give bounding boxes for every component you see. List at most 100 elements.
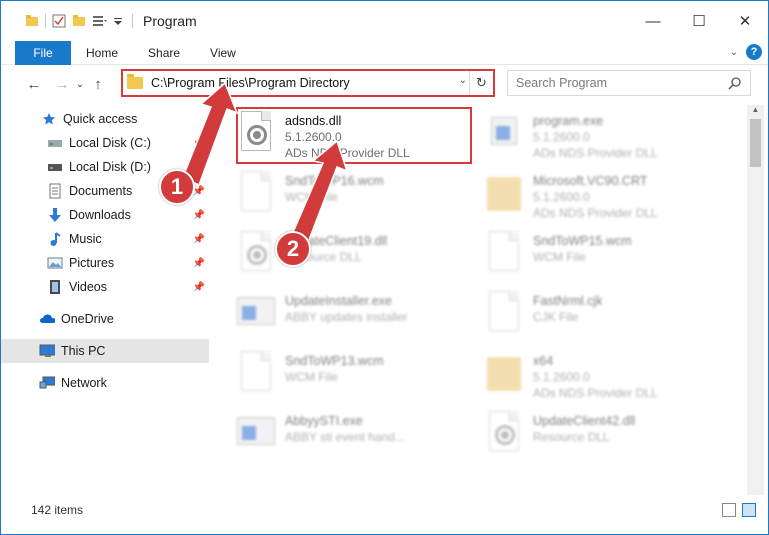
sidebar-item-music[interactable]: Music 📌 xyxy=(1,227,209,251)
pin-icon: 📌 xyxy=(192,233,205,245)
sidebar-item-pictures[interactable]: Pictures 📌 xyxy=(1,251,209,275)
file-description: ADs NDS Provider DLL xyxy=(533,206,658,220)
sidebar-item-label: Network xyxy=(61,376,107,390)
maximize-button[interactable]: ☐ xyxy=(676,1,722,41)
pictures-icon xyxy=(47,255,63,271)
sidebar-item-onedrive[interactable]: OneDrive xyxy=(1,307,209,331)
file-type: CJK File xyxy=(533,310,579,324)
sidebar-item-label: OneDrive xyxy=(61,312,114,326)
sidebar-item-quick-access[interactable]: Quick access xyxy=(1,107,209,131)
file-type: WCM File xyxy=(533,250,586,264)
tab-home[interactable]: Home xyxy=(71,41,133,65)
title-bar: Program — ☐ ✕ xyxy=(1,1,768,41)
item-count: 142 items xyxy=(31,503,84,517)
exe-file-icon xyxy=(483,111,523,159)
file-name: Microsoft.VC90.CRT xyxy=(533,174,648,188)
search-icon[interactable] xyxy=(728,76,742,93)
forward-icon[interactable]: → xyxy=(51,76,73,93)
back-icon[interactable]: ← xyxy=(23,76,45,93)
document-file-icon xyxy=(235,351,275,399)
sidebar-item-label: This PC xyxy=(61,344,106,358)
document-file-icon xyxy=(235,171,275,219)
properties-icon[interactable] xyxy=(52,14,66,28)
sidebar-item-local-disk-c[interactable]: Local Disk (C:) 📌 xyxy=(1,131,209,155)
tiles-view-icon[interactable] xyxy=(742,503,756,517)
sidebar-item-downloads[interactable]: Downloads 📌 xyxy=(1,203,209,227)
tab-view[interactable]: View xyxy=(195,41,251,65)
address-path[interactable]: C:\Program Files\Program Directory xyxy=(151,76,350,90)
file-item-sndtowp16[interactable]: SndToWP16.wcm WCM File xyxy=(213,167,453,223)
address-bar[interactable]: C:\Program Files\Program Directory ⌄ ↻ xyxy=(121,69,495,97)
sidebar-item-videos[interactable]: Videos 📌 xyxy=(1,275,209,299)
file-type: WCM File xyxy=(285,370,338,384)
sidebar-item-label: Local Disk (D:) xyxy=(69,160,151,174)
file-item-x64[interactable]: x64 5.1.2600.0 ADs NDS Provider DLL xyxy=(461,347,701,403)
scroll-thumb[interactable] xyxy=(750,119,761,167)
file-item-sndtowp15[interactable]: SndToWP15.wcm WCM File xyxy=(461,227,701,283)
file-type: ABBY sti event hand... xyxy=(285,430,405,444)
details-view-icon[interactable] xyxy=(722,503,736,517)
download-icon xyxy=(47,207,63,223)
close-button[interactable]: ✕ xyxy=(722,1,768,41)
document-file-icon xyxy=(483,231,523,279)
file-item-sndtowp13[interactable]: SndToWP13.wcm WCM File xyxy=(213,347,453,403)
toolbar-divider xyxy=(132,14,133,28)
exe-file-icon xyxy=(235,291,275,339)
file-item-abbyysti[interactable]: AbbyySTI.exe ABBY sti event hand... xyxy=(213,407,453,463)
ribbon-right: ⌄ ? xyxy=(730,44,762,60)
customize-toolbar-icon[interactable] xyxy=(112,14,126,28)
ribbon-tabs: File Home Share View ⌄ ? xyxy=(1,40,768,65)
file-item-program-exe[interactable]: program.exe 5.1.2600.0 ADs NDS Provider … xyxy=(461,107,701,163)
tab-file[interactable]: File xyxy=(15,40,71,65)
view-options-icon[interactable] xyxy=(92,14,107,28)
folder-icon xyxy=(25,14,39,28)
toolbar-divider xyxy=(45,14,46,28)
file-name: UpdateClient42.dll xyxy=(533,414,636,428)
drive-icon xyxy=(47,159,63,175)
tab-share[interactable]: Share xyxy=(133,41,195,65)
dll-file-icon xyxy=(483,411,523,459)
file-item-microsoft-vc90-crt[interactable]: Microsoft.VC90.CRT 5.1.2600.0 ADs NDS Pr… xyxy=(461,167,701,223)
expand-ribbon-icon[interactable]: ⌄ xyxy=(730,47,738,58)
quick-access-toolbar xyxy=(25,14,133,28)
file-item-updateinstaller[interactable]: UpdateInstaller.exe ABBY updates install… xyxy=(213,287,453,343)
file-item-fastnrml[interactable]: FastNrml.cjk CJK File xyxy=(461,287,701,343)
file-description: ADs NDS Provider DLL xyxy=(533,386,658,400)
minimize-button[interactable]: — xyxy=(630,1,676,41)
file-type: ABBY updates installer xyxy=(285,310,408,324)
exe-file-icon xyxy=(235,411,275,459)
sidebar-item-label: Music xyxy=(69,232,102,246)
navigation-bar: ← → ⌄ ↑ C:\Program Files\Program Directo… xyxy=(1,67,768,101)
pin-icon: 📌 xyxy=(192,257,205,269)
folder-icon xyxy=(483,171,523,219)
file-item-updateclient19[interactable]: UpdateClient19.dll Resource DLL xyxy=(213,227,453,283)
drive-icon xyxy=(47,135,63,151)
scroll-up-icon[interactable]: ▲ xyxy=(747,105,764,117)
explorer-window: Program — ☐ ✕ File Home Share View ⌄ ? ←… xyxy=(0,0,769,535)
sidebar-item-label: Pictures xyxy=(69,256,115,270)
search-input[interactable]: Search Program xyxy=(516,76,607,90)
file-version: 5.1.2600.0 xyxy=(533,130,590,144)
up-icon[interactable]: ↑ xyxy=(87,76,109,93)
sidebar-item-network[interactable]: Network xyxy=(1,371,209,395)
vertical-scrollbar[interactable]: ▲ xyxy=(747,105,764,495)
recent-locations-icon[interactable]: ⌄ xyxy=(73,79,87,90)
file-description: ADs NDS Provider DLL xyxy=(533,146,658,160)
status-bar: 142 items xyxy=(1,499,768,521)
file-name: SndToWP16.wcm xyxy=(285,174,384,188)
sidebar-item-this-pc[interactable]: This PC xyxy=(1,339,209,363)
file-name: program.exe xyxy=(533,114,604,128)
cloud-icon xyxy=(39,311,55,327)
address-dropdown-icon[interactable]: ⌄ xyxy=(459,75,467,86)
document-file-icon xyxy=(483,291,523,339)
view-toggle xyxy=(722,503,756,517)
sidebar-item-label: Downloads xyxy=(69,208,131,222)
help-icon[interactable]: ? xyxy=(746,44,762,60)
folder-icon xyxy=(483,351,523,399)
refresh-icon[interactable]: ↻ xyxy=(469,71,493,95)
search-box[interactable]: Search Program xyxy=(507,70,751,96)
file-item-updateclient42[interactable]: UpdateClient42.dll Resource DLL xyxy=(461,407,701,463)
file-name: AbbyySTI.exe xyxy=(285,414,363,428)
sidebar-item-label: Local Disk (C:) xyxy=(69,136,151,150)
new-folder-icon[interactable] xyxy=(72,14,86,28)
